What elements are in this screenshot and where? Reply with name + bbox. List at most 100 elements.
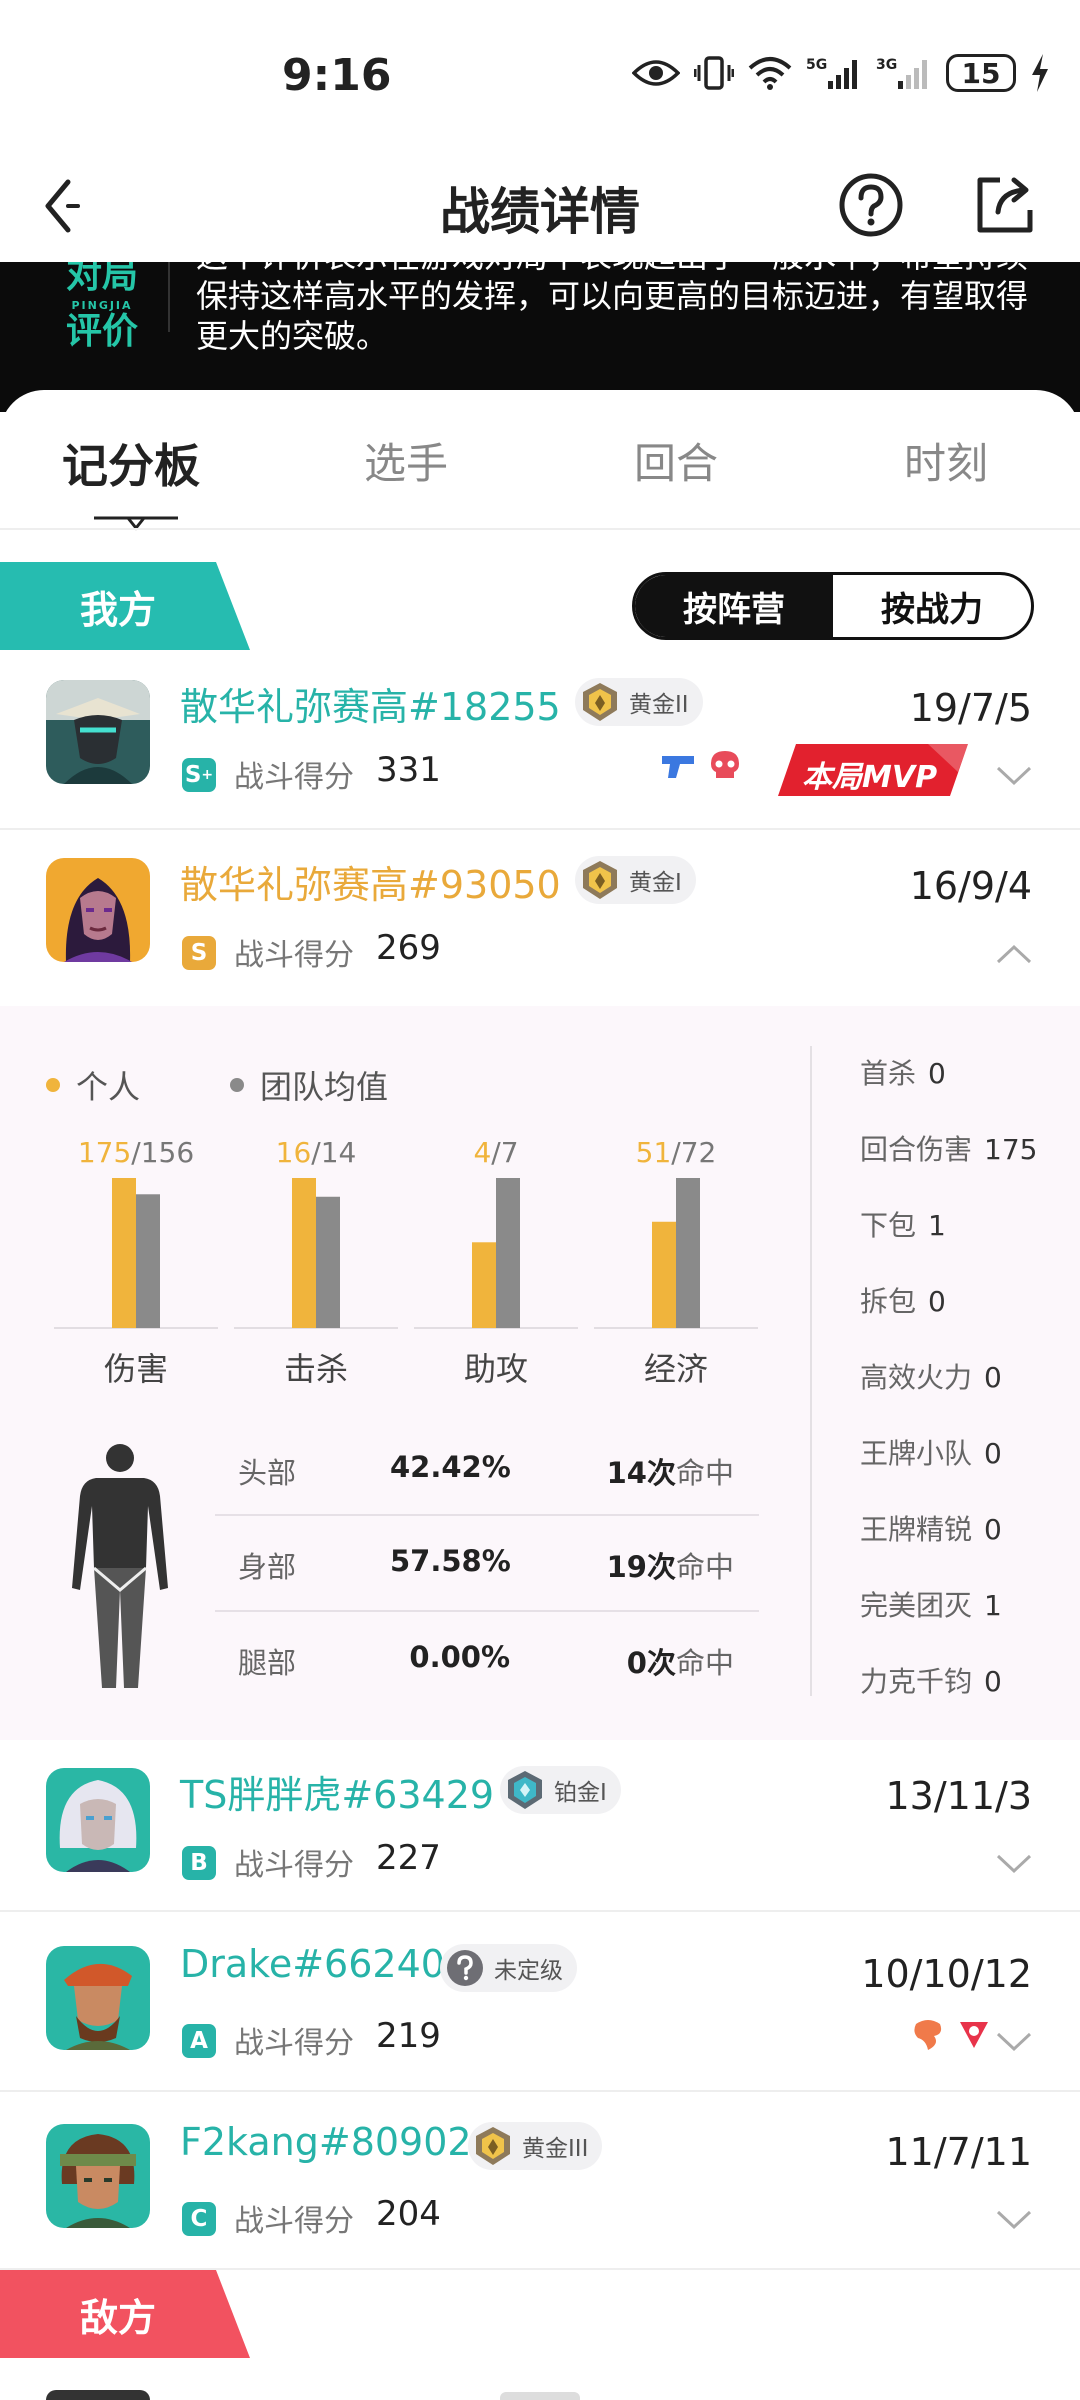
chevron-down-icon[interactable] bbox=[996, 2210, 1032, 2230]
sort-by-camp-button[interactable]: 按阵营 bbox=[635, 575, 833, 637]
player-name[interactable]: Drake#66240 bbox=[180, 1942, 445, 1986]
chevron-up-icon[interactable] bbox=[996, 944, 1032, 964]
player-row[interactable]: 散华礼弥赛高#93050 黄金I S 战斗得分 269 16/9/4 bbox=[0, 830, 1080, 1008]
grade-badge: C bbox=[182, 2202, 216, 2236]
score-value: 204 bbox=[376, 2194, 441, 2234]
evaluation-text: 这个评价表示在游戏对局中表现超出了一般水平，希望持续保持这样高水平的发挥，可以向… bbox=[196, 262, 1029, 355]
score-value: 227 bbox=[376, 1838, 441, 1878]
rank-badge: 未定级 bbox=[440, 1944, 577, 1992]
hit-part-label: 身部 bbox=[238, 1550, 297, 1584]
grade-badge: A bbox=[182, 2024, 216, 2058]
stat-item: 拆包 0 bbox=[860, 1285, 946, 1318]
chevron-down-icon[interactable] bbox=[996, 1854, 1032, 1874]
hit-divider bbox=[215, 1514, 759, 1516]
row-divider bbox=[0, 2090, 1080, 2092]
player-name[interactable]: TS胖胖虎#63429 bbox=[180, 1764, 494, 1819]
gold-rank-icon bbox=[583, 861, 617, 899]
signal-3g-icon: 3G bbox=[876, 57, 927, 89]
row-divider bbox=[0, 1910, 1080, 1912]
share-icon[interactable] bbox=[970, 170, 1040, 240]
player-detail-panel: 个人 团队均值 175/156 伤害 16/14 击杀 4/7 助攻 51/72 经济 头部 … bbox=[0, 1006, 1080, 1740]
bar-value-label: 51/72 bbox=[636, 1136, 717, 1169]
tab-moments[interactable]: 时刻 bbox=[904, 430, 988, 491]
bar-personal bbox=[112, 1178, 136, 1328]
hit-count: 19次命中 bbox=[606, 1550, 734, 1584]
hit-part-label: 腿部 bbox=[238, 1646, 297, 1680]
player-name[interactable]: 散华礼弥赛高#93050 bbox=[180, 854, 561, 909]
status-bar: 9:16 5G 3G 15 bbox=[0, 0, 1080, 150]
bar-team bbox=[676, 1178, 700, 1328]
category-label: 伤害 bbox=[104, 1350, 168, 1388]
chevron-down-icon[interactable] bbox=[996, 766, 1032, 786]
score-label: 战斗得分 bbox=[234, 1848, 354, 1883]
svg-text:3G: 3G bbox=[876, 57, 897, 73]
kda: 11/7/11 bbox=[885, 2130, 1033, 2174]
chevron-down-icon[interactable] bbox=[996, 2032, 1032, 2052]
eye-icon bbox=[632, 60, 680, 86]
signal-5g-icon: 5G bbox=[806, 57, 857, 89]
mvp-badge: 本局MVP bbox=[778, 744, 968, 796]
grade-badge: S + bbox=[182, 758, 216, 792]
player-name[interactable]: F2kang#80902 bbox=[180, 2120, 472, 2164]
grade-badge: S bbox=[182, 936, 216, 970]
rank-badge: 黄金II bbox=[575, 678, 703, 726]
gold-rank-icon bbox=[583, 683, 617, 721]
bar-value-label: 4/7 bbox=[473, 1136, 518, 1169]
kda: 10/10/12 bbox=[861, 1952, 1032, 1996]
team-ours-tag: 我方 bbox=[0, 562, 250, 650]
player-name[interactable]: 散华礼弥赛高#18255 bbox=[180, 676, 561, 731]
score-value: 269 bbox=[376, 928, 441, 968]
stat-item: 高效火力 0 bbox=[860, 1361, 1002, 1394]
gun-icon bbox=[662, 756, 694, 778]
next-rank-peek bbox=[500, 2392, 580, 2400]
stat-item: 王牌小队 0 bbox=[860, 1437, 1002, 1470]
svg-text:5G: 5G bbox=[806, 57, 827, 73]
bar-team bbox=[496, 1178, 520, 1328]
category-label: 击杀 bbox=[284, 1350, 348, 1388]
kda: 13/11/3 bbox=[885, 1774, 1033, 1818]
category-label: 经济 bbox=[644, 1350, 708, 1388]
hit-divider bbox=[215, 1610, 759, 1612]
row-divider bbox=[0, 2268, 1080, 2270]
player-row[interactable]: 散华礼弥赛高#18255 黄金II S + 战斗得分 331 19/7/5 本局M… bbox=[0, 652, 1080, 830]
gold-rank-icon bbox=[476, 2127, 510, 2165]
bar-value-label: 16/14 bbox=[276, 1136, 357, 1169]
score-label: 战斗得分 bbox=[234, 760, 354, 795]
nav-bar: 战绩详情 bbox=[0, 150, 1080, 262]
player-row[interactable]: TS胖胖虎#63429 铂金I B 战斗得分 227 13/11/3 bbox=[0, 1740, 1080, 1918]
tab-scoreboard[interactable]: 记分板 bbox=[62, 430, 200, 496]
bar-personal bbox=[292, 1178, 316, 1328]
sort-by-power-button[interactable]: 按战力 bbox=[833, 575, 1031, 637]
status-time: 9:16 bbox=[282, 50, 392, 101]
help-icon[interactable] bbox=[836, 170, 906, 240]
battery-icon: 15 bbox=[946, 54, 1016, 92]
screen: 9:16 5G 3G 15 战绩详情 对局 PINGJIA 评价 这个评价表示在… bbox=[0, 0, 1080, 2400]
hit-percent: 42.42% bbox=[390, 1450, 511, 1484]
hit-count: 0次命中 bbox=[626, 1646, 734, 1680]
rank-badge: 黄金III bbox=[468, 2122, 603, 2170]
bar-value-label: 175/156 bbox=[78, 1136, 194, 1169]
tab-rounds[interactable]: 回合 bbox=[634, 430, 718, 491]
hit-part-label: 头部 bbox=[238, 1456, 297, 1490]
player-row[interactable]: F2kang#80902 黄金III C 战斗得分 204 11/7/11 bbox=[0, 2096, 1080, 2274]
evaluation-logo: 对局 PINGJIA 评价 bbox=[65, 262, 138, 352]
unranked-icon bbox=[447, 1950, 483, 1986]
agent-avatar bbox=[46, 1946, 150, 2050]
vibrate-icon bbox=[694, 56, 734, 90]
player-row[interactable]: Drake#66240 未定级 A 战斗得分 219 10/10/12 bbox=[0, 1918, 1080, 2096]
hit-percent: 0.00% bbox=[409, 1640, 510, 1674]
agent-avatar bbox=[46, 2124, 150, 2228]
score-value: 331 bbox=[376, 750, 441, 790]
bar-personal bbox=[472, 1242, 496, 1328]
tab-players[interactable]: 选手 bbox=[364, 430, 448, 491]
score-value: 219 bbox=[376, 2016, 441, 2056]
score-label: 战斗得分 bbox=[234, 2026, 354, 2061]
team-enemy-tag: 敌方 bbox=[0, 2270, 250, 2358]
body-hit-icon bbox=[72, 1444, 168, 1688]
stat-item: 力克千钧 0 bbox=[860, 1665, 1002, 1698]
sort-toggle: 按阵营 按战力 bbox=[632, 572, 1034, 640]
rank-badge: 黄金I bbox=[575, 856, 696, 904]
bar-team bbox=[136, 1194, 160, 1328]
tab-divider bbox=[0, 528, 1080, 530]
stat-item: 王牌精锐 0 bbox=[860, 1513, 1002, 1546]
